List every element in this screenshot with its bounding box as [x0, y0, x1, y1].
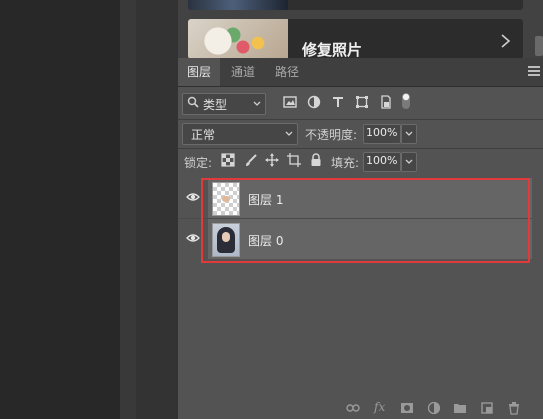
tab-layers[interactable]: 图层 [178, 58, 221, 86]
lock-artboard-icon[interactable] [287, 153, 301, 167]
lock-position-icon[interactable] [265, 153, 279, 167]
fx-icon[interactable]: fx [374, 400, 385, 414]
adjustment-filter-icon[interactable] [306, 94, 322, 110]
adjustment-layer-icon[interactable] [427, 401, 441, 415]
learn-panel: 修复照片 [178, 0, 543, 58]
new-layer-icon[interactable] [480, 401, 494, 415]
blend-mode-select[interactable]: 正常 [182, 123, 298, 145]
filter-kind-value: 类型 [203, 98, 228, 112]
opacity-value: 100% [366, 126, 398, 139]
visibility-toggle[interactable] [178, 219, 208, 259]
tab-label: 图层 [187, 65, 212, 79]
layer-thumbnail [212, 182, 240, 216]
add-mask-icon[interactable] [400, 401, 414, 415]
pixel-filter-icon[interactable] [282, 94, 298, 110]
filter-toggle-icon[interactable] [400, 92, 412, 110]
learn-card-thumbnail [188, 0, 288, 10]
lock-label: 锁定: [184, 156, 213, 170]
layer-name[interactable]: 图层 0 [248, 232, 283, 249]
filter-kind-select[interactable]: 类型 [182, 93, 266, 115]
smart-object-filter-icon[interactable] [378, 94, 394, 110]
fill-dropdown-button[interactable] [401, 152, 417, 172]
panel-dock-strip [136, 0, 178, 419]
learn-card-thumbnail [188, 19, 288, 58]
chevron-down-icon [405, 159, 413, 164]
divider [178, 119, 543, 120]
eye-icon [186, 234, 200, 242]
layers-panel-footer: fx [178, 398, 543, 419]
layer-row[interactable]: 图层 1 [178, 178, 532, 219]
lock-transparent-icon[interactable] [221, 153, 235, 167]
learn-card-repair-photo[interactable]: 修复照片 [188, 19, 523, 58]
type-filter-icon[interactable] [330, 94, 346, 110]
panel-gutter [120, 0, 136, 419]
tab-label: 通道 [231, 65, 256, 79]
opacity-input[interactable]: 100% [363, 124, 401, 144]
divider [178, 148, 543, 149]
link-layers-icon[interactable] [346, 401, 360, 415]
lock-all-icon[interactable] [309, 153, 323, 167]
fill-input[interactable]: 100% [363, 152, 401, 172]
chevron-down-icon [253, 101, 261, 106]
chevron-down-icon [285, 131, 293, 136]
learn-card-previous[interactable] [188, 0, 523, 10]
learn-card-title: 修复照片 [302, 41, 363, 58]
visibility-toggle[interactable] [178, 178, 208, 218]
new-group-icon[interactable] [453, 401, 467, 415]
blend-row: 正常 不透明度: 100% [178, 123, 543, 145]
learn-scrollbar[interactable] [535, 36, 543, 56]
blend-mode-value: 正常 [191, 128, 216, 142]
document-canvas-area[interactable] [0, 0, 120, 419]
search-icon [187, 96, 199, 108]
layers-panel: 修复照片 图层 通道 路径 类型 正常 不透明度: 100% 锁定: 填充: 1… [178, 0, 543, 419]
tab-label: 路径 [275, 65, 300, 79]
shape-filter-icon[interactable] [354, 94, 370, 110]
eye-icon [186, 193, 200, 201]
layer-name[interactable]: 图层 1 [248, 191, 283, 208]
opacity-dropdown-button[interactable] [401, 124, 417, 144]
lock-image-icon[interactable] [244, 153, 258, 167]
layer-filter-row: 类型 [178, 93, 543, 117]
opacity-label: 不透明度: [305, 128, 358, 142]
layer-thumbnail [212, 223, 240, 257]
tab-channels[interactable]: 通道 [222, 58, 264, 86]
chevron-down-icon [405, 131, 413, 136]
lock-row: 锁定: 填充: 100% [178, 152, 543, 172]
fill-label: 填充: [331, 156, 360, 170]
layer-row[interactable]: 图层 0 [178, 219, 532, 259]
tab-paths[interactable]: 路径 [266, 58, 308, 86]
chevron-right-icon [501, 34, 511, 48]
panel-tabs: 图层 通道 路径 [178, 58, 543, 87]
fill-value: 100% [366, 154, 398, 167]
delete-layer-icon[interactable] [507, 401, 521, 415]
panel-menu-icon[interactable] [528, 66, 540, 76]
